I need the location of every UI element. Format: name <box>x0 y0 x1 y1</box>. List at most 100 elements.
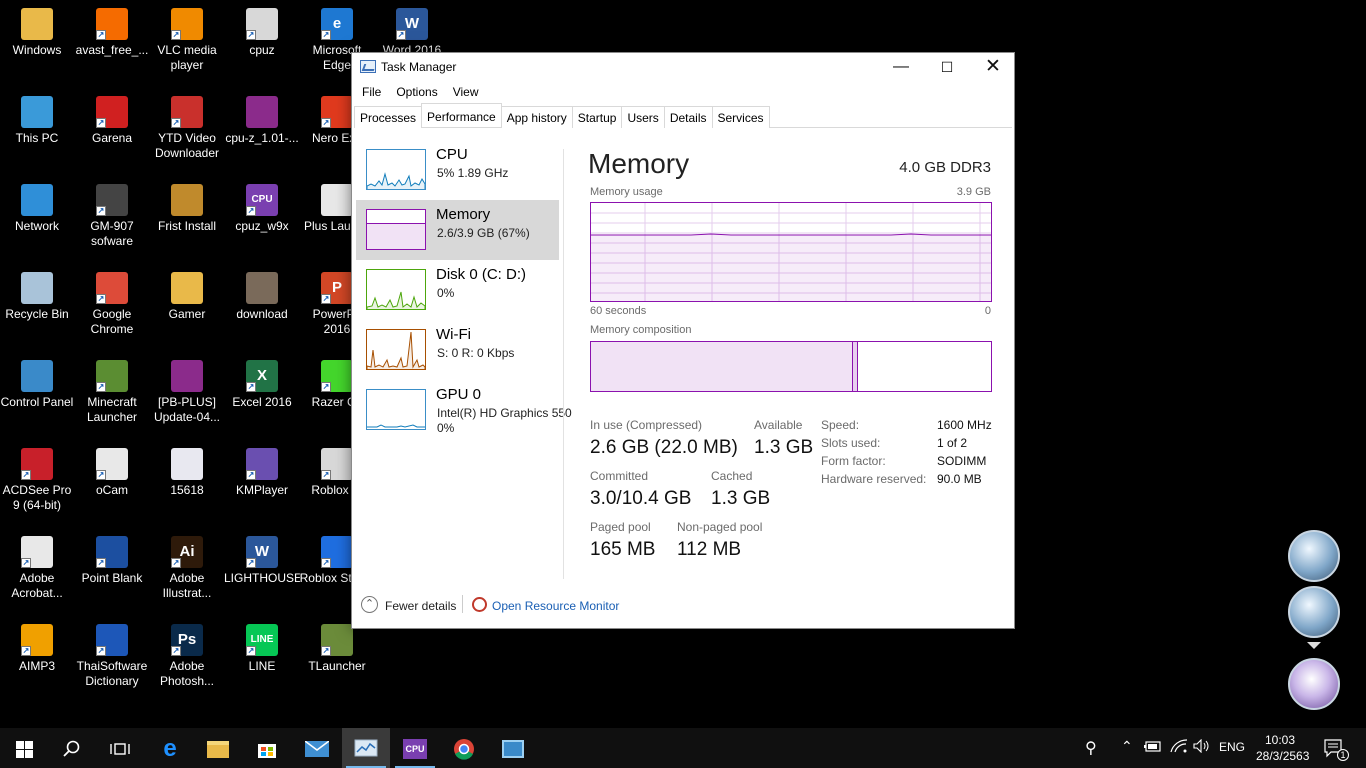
task-view-button[interactable] <box>96 728 144 768</box>
desktop-gadget-slideshow[interactable] <box>1288 530 1340 582</box>
desktop-icon-label: Gamer <box>168 307 206 321</box>
folder-icon <box>21 8 53 40</box>
resource-wifi[interactable]: Wi-Fi S: 0 R: 0 Kbps <box>356 320 559 380</box>
desktop-icon[interactable]: CPU ↗ cpuz_w9x <box>224 184 300 234</box>
tab-performance[interactable]: Performance <box>421 103 502 126</box>
taskbar-task-manager[interactable] <box>342 728 390 768</box>
taskbar-cpuz[interactable]: CPU <box>391 728 439 768</box>
desktop-icon[interactable]: Gamer <box>149 272 225 322</box>
tab-details[interactable]: Details <box>663 106 713 128</box>
taskbar-store[interactable] <box>243 728 291 768</box>
menu-view[interactable]: View <box>443 83 484 101</box>
maximize-button[interactable]: ☐ <box>924 53 970 81</box>
desktop-icon[interactable]: ↗ cpuz <box>224 8 300 58</box>
taskbar-chrome[interactable] <box>440 728 488 768</box>
desktop-icon[interactable]: LINE ↗ LINE <box>224 624 300 674</box>
resource-memory[interactable]: Memory 2.6/3.9 GB (67%) <box>356 200 559 260</box>
gadget-scroll-down-icon[interactable] <box>1307 642 1321 649</box>
wifi-icon[interactable] <box>1170 739 1188 756</box>
clock-date: 28/3/2563 <box>1256 749 1310 763</box>
menu-options[interactable]: Options <box>386 83 442 101</box>
desktop-icon[interactable]: Control Panel <box>0 360 75 410</box>
taskbar-edge[interactable]: e <box>146 728 194 768</box>
taskbar-mail[interactable] <box>293 728 341 768</box>
desktop-icon-label: Adobe Acrobat... <box>11 571 63 600</box>
wifi-thumbnail-graph <box>366 329 426 370</box>
resource-summary: 5% 1.89 GHz <box>437 166 509 180</box>
roblox-studio-icon: ↗ <box>321 536 353 568</box>
mail-icon <box>305 741 329 758</box>
minecraft-icon: ↗ <box>321 624 353 656</box>
window-title: Task Manager <box>381 60 457 74</box>
chevron-up-icon[interactable]: ⌃ <box>1121 738 1133 755</box>
desktop-gadget-clock[interactable] <box>1288 658 1340 710</box>
taskbar-control-panel[interactable] <box>489 728 537 768</box>
desktop-icon[interactable]: Ai ↗ Adobe Illustrat... <box>149 536 225 601</box>
desktop-icon[interactable]: ↗ KMPlayer <box>224 448 300 498</box>
title-bar[interactable]: Task Manager — ☐ ✕ <box>352 53 1014 81</box>
desktop-icon[interactable]: ↗ Garena <box>74 96 150 146</box>
resource-cpu[interactable]: CPU 5% 1.89 GHz <box>356 140 559 200</box>
desktop-icon-label: This PC <box>15 131 59 145</box>
desktop-icon[interactable]: ↗ GM-907 sofware <box>74 184 150 249</box>
desktop-icon[interactable]: W ↗ Word 2016 <box>374 8 450 58</box>
tab-processes[interactable]: Processes <box>354 106 423 128</box>
memory-usage-plot <box>591 203 991 301</box>
resource-monitor-icon[interactable] <box>472 597 487 612</box>
system-clock[interactable]: 10:03 28/3/2563 <box>1256 732 1310 764</box>
desktop-icon[interactable]: ↗ avast_free_... <box>74 8 150 58</box>
open-resource-monitor-link[interactable]: Open Resource Monitor <box>492 599 619 613</box>
desktop-icon[interactable]: ↗ Point Blank <box>74 536 150 586</box>
volume-icon[interactable] <box>1193 738 1211 756</box>
desktop-icon[interactable]: ↗ TLauncher <box>299 624 375 674</box>
desktop-icon[interactable]: Network <box>0 184 75 234</box>
chevron-up-icon[interactable]: ⌃ <box>361 596 378 613</box>
desktop-icon[interactable]: 15618 <box>149 448 225 498</box>
tab-services[interactable]: Services <box>711 106 770 128</box>
taskbar-file-explorer[interactable] <box>194 728 242 768</box>
tab-app-history[interactable]: App history <box>500 106 573 128</box>
desktop-icon[interactable]: Windows <box>0 8 75 58</box>
resource-summary: 0% <box>437 286 455 300</box>
desktop-icon[interactable]: This PC <box>0 96 75 146</box>
desktop-icon[interactable]: Recycle Bin <box>0 272 75 322</box>
desktop-icon[interactable]: ↗ YTD Video Downloader <box>149 96 225 161</box>
desktop-icon[interactable]: ↗ oCam <box>74 448 150 498</box>
desktop-icon[interactable]: Frist Install <box>149 184 225 234</box>
shortcut-arrow-icon: ↗ <box>96 558 106 568</box>
desktop-icon[interactable]: ↗ Adobe Acrobat... <box>0 536 75 601</box>
tab-users[interactable]: Users <box>621 106 665 128</box>
desktop-icon[interactable]: ↗ Google Chrome <box>74 272 150 337</box>
available-value: 1.3 GB <box>754 437 814 458</box>
desktop-icon[interactable]: ↗ VLC media player <box>149 8 225 73</box>
paged-pool-value: 165 MB <box>590 539 656 560</box>
desktop-gadget-calculator[interactable] <box>1288 586 1340 638</box>
desktop-icon[interactable]: cpu-z_1.01-... <box>224 96 300 146</box>
tab-startup[interactable]: Startup <box>571 106 623 128</box>
desktop-icon[interactable]: ↗ Minecraft Launcher <box>74 360 150 425</box>
fewer-details-link[interactable]: Fewer details <box>385 599 456 613</box>
language-indicator[interactable]: ENG <box>1219 740 1245 754</box>
panel-divider[interactable] <box>563 149 564 579</box>
desktop-icon[interactable]: Ps ↗ Adobe Photosh... <box>149 624 225 689</box>
desktop-icon[interactable]: W ↗ LIGHTHOUSE <box>224 536 300 586</box>
desktop-icon[interactable]: X ↗ Excel 2016 <box>224 360 300 410</box>
chrome-icon <box>454 739 474 760</box>
desktop-icon[interactable]: download <box>224 272 300 322</box>
desktop-icon[interactable]: [PB-PLUS] Update-04... <box>149 360 225 425</box>
shortcut-arrow-icon: ↗ <box>171 118 181 128</box>
battery-icon[interactable] <box>1144 739 1162 756</box>
people-icon[interactable]: ⚲ <box>1085 738 1097 758</box>
desktop-icon[interactable]: ↗ ThaiSoftware Dictionary <box>74 624 150 689</box>
resource-gpu[interactable]: GPU 0 Intel(R) HD Graphics 550 0% <box>356 380 572 440</box>
acdsee-icon: ↗ <box>21 448 53 480</box>
footer: ⌃ Fewer details Open Resource Monitor <box>352 593 1014 623</box>
start-button[interactable] <box>0 728 48 768</box>
desktop-icon[interactable]: ↗ AIMP3 <box>0 624 75 674</box>
menu-file[interactable]: File <box>352 83 386 101</box>
desktop-icon[interactable]: ↗ ACDSee Pro 9 (64-bit) <box>0 448 75 513</box>
close-button[interactable]: ✕ <box>970 53 1016 81</box>
resource-disk[interactable]: Disk 0 (C: D:) 0% <box>356 260 559 320</box>
minimize-button[interactable]: — <box>878 53 924 81</box>
search-button[interactable] <box>48 728 96 768</box>
